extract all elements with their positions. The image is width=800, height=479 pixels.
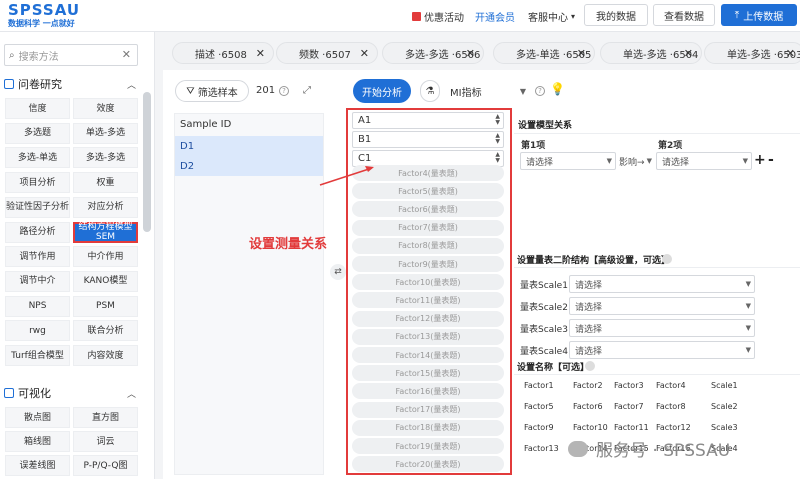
scale-select[interactable]: 请选择 ▼ [569, 297, 755, 315]
name-input[interactable]: Factor5 [524, 402, 554, 411]
name-input[interactable]: Factor13 [524, 444, 559, 453]
name-input[interactable]: Factor10 [573, 423, 608, 432]
select-value: 请选择 [662, 157, 690, 168]
chevron-down-icon: ▼ [742, 157, 748, 165]
divider [514, 374, 800, 375]
name-input[interactable]: Factor12 [656, 423, 691, 432]
scale-label: 量表Scale4 [520, 347, 568, 357]
name-input[interactable]: Factor8 [656, 402, 686, 411]
chevron-down-icon: ▼ [606, 157, 612, 165]
set-name-title: 设置名称【可选】 [517, 363, 590, 373]
name-input[interactable]: Factor7 [614, 402, 644, 411]
name-input[interactable]: Scale1 [711, 381, 738, 390]
divider [514, 133, 800, 134]
watermark-text: 服务号 · SPSSAU [596, 441, 731, 461]
scale-select[interactable]: 请选择 ▼ [569, 319, 755, 337]
help-icon[interactable] [662, 254, 672, 264]
wechat-icon [568, 440, 588, 457]
chevron-down-icon: ▼ [745, 280, 751, 288]
select-value: 影响→ [619, 157, 645, 168]
chevron-down-icon: ▼ [745, 302, 751, 310]
name-input[interactable]: Scale2 [711, 402, 738, 411]
scale-label: 量表Scale1 [520, 281, 568, 291]
select-value: 请选择 [575, 346, 603, 357]
item1-label: 第1项 [521, 141, 546, 151]
scale-label: 量表Scale2 [520, 303, 568, 313]
chevron-down-icon: ▼ [745, 346, 751, 354]
annotation-label: 设置测量关系 [249, 237, 328, 252]
help-icon[interactable] [585, 361, 595, 371]
select-value: 请选择 [526, 157, 554, 168]
item1-select[interactable]: 请选择 ▼ [520, 152, 616, 170]
select-value: 请选择 [575, 302, 603, 313]
name-input[interactable]: Factor9 [524, 423, 554, 432]
name-input[interactable]: Factor2 [573, 381, 603, 390]
name-input[interactable]: Scale3 [711, 423, 738, 432]
item2-label: 第2项 [658, 141, 683, 151]
second-order-title: 设置量表二阶结构【高级设置，可选】 [517, 256, 671, 266]
divider [514, 267, 800, 268]
chevron-down-icon: ▼ [646, 157, 652, 165]
relation-select[interactable]: 影响→ ▼ [617, 152, 655, 170]
select-value: 请选择 [575, 280, 603, 291]
scale-label: 量表Scale3 [520, 325, 568, 335]
name-input[interactable]: Factor3 [614, 381, 644, 390]
add-relation-button[interactable]: + [754, 152, 766, 168]
watermark: 服务号 · SPSSAU [568, 436, 730, 461]
item2-select[interactable]: 请选择 ▼ [656, 152, 752, 170]
scale-select[interactable]: 请选择 ▼ [569, 341, 755, 359]
name-input[interactable]: Factor4 [656, 381, 686, 390]
model-relation-title: 设置模型关系 [518, 121, 573, 131]
name-input[interactable]: Factor1 [524, 381, 554, 390]
select-value: 请选择 [575, 324, 603, 335]
scale-select[interactable]: 请选择 ▼ [569, 275, 755, 293]
name-input[interactable]: Factor11 [614, 423, 649, 432]
chevron-down-icon: ▼ [745, 324, 751, 332]
remove-relation-button[interactable]: - [768, 152, 774, 168]
name-input[interactable]: Factor6 [573, 402, 603, 411]
